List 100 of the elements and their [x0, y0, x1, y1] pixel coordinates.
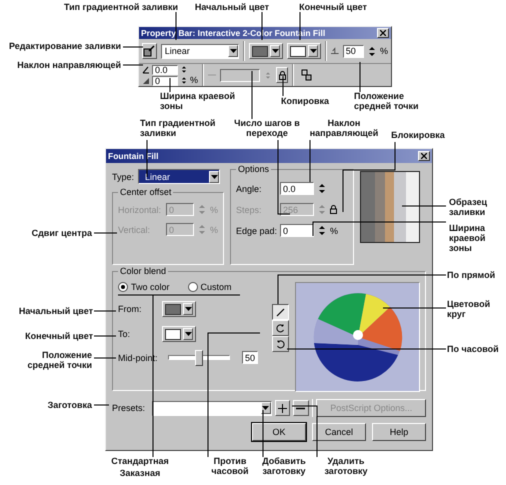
presets-dropdown[interactable]	[152, 400, 272, 416]
callout-label: Начальный цвет	[194, 2, 270, 12]
callout-label: По часовой	[447, 344, 500, 354]
callout-label: Копировка	[280, 96, 330, 106]
percent-label: %	[190, 76, 198, 85]
type-label: Type:	[112, 172, 134, 182]
start-color-button[interactable]	[249, 43, 284, 59]
radio-option[interactable]: Two color	[118, 282, 170, 292]
callout-label: Редактирование заливки	[8, 41, 121, 51]
callout-label: Положение средней точки	[26, 350, 92, 370]
callout-label: Тип градиентной заливки	[62, 2, 180, 12]
group-title: Center offset	[118, 187, 174, 197]
fill-type-dropdown[interactable]: Linear	[160, 44, 240, 58]
leader-line	[122, 64, 144, 66]
blend-direction-button[interactable]	[272, 304, 290, 320]
percent-label: %	[380, 46, 388, 56]
callout-label: Число шагов в переходе	[233, 118, 301, 138]
dialog-button[interactable]: Cancel	[312, 423, 366, 441]
callout-label: Наклон направляющей	[308, 118, 380, 138]
spin-button[interactable]	[180, 76, 188, 85]
input-field[interactable]: 0.0	[152, 64, 178, 74]
field-label: Angle:	[236, 184, 263, 194]
close-button[interactable]	[377, 28, 389, 38]
callout-label: Блокировка	[390, 130, 446, 140]
percent-label: %	[330, 226, 338, 236]
input-field[interactable]: 0	[152, 76, 178, 86]
dialog-button[interactable]: OK	[252, 423, 306, 441]
field-label: Steps:	[236, 204, 263, 214]
counterclockwise-icon	[276, 324, 286, 332]
callout-label: По прямой	[447, 270, 496, 280]
group-title: Color blend	[118, 266, 168, 276]
callout-label: Против часовой	[210, 456, 250, 476]
lock-icon	[278, 70, 286, 80]
callout-label: Конечный цвет	[24, 331, 93, 341]
remove-preset-button[interactable]	[293, 400, 309, 416]
close-button[interactable]	[418, 151, 430, 161]
callout-label: Конечный цвет	[298, 2, 368, 12]
edit-fill-button[interactable]	[142, 43, 157, 59]
dialog-button[interactable]: Help	[372, 423, 426, 441]
leader-line	[94, 310, 116, 312]
input-field[interactable]: 50	[242, 351, 258, 364]
slider-thumb[interactable]	[195, 350, 203, 366]
leader-line	[94, 232, 118, 234]
leader-line	[292, 406, 318, 458]
callout-label: Образец заливки	[449, 197, 488, 217]
callout-label: Заказная	[118, 468, 162, 478]
callout-label: Ширина краевой зоны	[449, 223, 486, 253]
percent-label: %	[210, 204, 218, 214]
spin-button[interactable]	[318, 224, 326, 237]
field-label: From:	[118, 304, 142, 314]
field-label: Edge pad:	[236, 226, 276, 236]
midpoint-icon	[331, 47, 339, 55]
caret-icon	[184, 307, 192, 311]
callout-label: Заготовка	[46, 400, 92, 410]
group-title: Options	[236, 164, 272, 174]
spin-button[interactable]	[318, 182, 326, 195]
callout-label: Наклон направляющей	[16, 60, 121, 70]
leader-line	[262, 410, 264, 458]
callout-label: Начальный цвет	[18, 306, 93, 316]
field-label: Vertical:	[118, 224, 152, 234]
clockwise-icon	[276, 340, 286, 348]
leader-line	[122, 46, 144, 48]
edit-fill-icon	[143, 45, 156, 57]
caret-icon	[184, 332, 192, 336]
leader-line	[342, 142, 396, 212]
field-label: Horizontal:	[118, 204, 162, 214]
callout-label: Цветовой круг	[447, 299, 492, 319]
steps-icon	[208, 72, 216, 78]
straight-line-icon	[276, 308, 286, 316]
leader-line	[94, 404, 110, 406]
end-color-button[interactable]	[287, 43, 322, 59]
spin-button[interactable]	[368, 44, 376, 58]
caret-icon	[262, 406, 269, 410]
input-field[interactable]: 0	[280, 224, 314, 237]
leader-line	[146, 140, 148, 178]
edge-pad-icon	[142, 76, 150, 84]
to-color-button[interactable]	[162, 326, 196, 342]
plus-icon	[278, 404, 287, 412]
leader-line	[282, 76, 284, 96]
callout-label: Ширина краевой зоны	[160, 91, 235, 111]
input-field[interactable]: 50	[342, 44, 364, 58]
lock-icon[interactable]	[330, 205, 337, 214]
callout-label: Стандартная	[110, 456, 170, 466]
angle-icon	[142, 66, 150, 74]
callout-label: Тип градиентной заливки	[140, 118, 216, 138]
spin-button[interactable]	[180, 65, 188, 74]
percent-label: %	[210, 224, 218, 234]
add-preset-button[interactable]	[274, 400, 290, 416]
type-dropdown[interactable]: Linear	[138, 169, 220, 184]
input-field[interactable]: 0.0	[280, 182, 314, 195]
caret-icon	[310, 49, 317, 53]
fill-preview-drawing	[360, 171, 420, 243]
lock-button[interactable]	[276, 67, 288, 83]
field-label: To:	[118, 329, 132, 339]
from-color-button[interactable]	[162, 301, 196, 317]
callout-label: Добавить заготовку	[261, 456, 307, 476]
caret-icon	[210, 174, 218, 178]
callout-label: Положение средней точки	[354, 91, 420, 111]
radio-option[interactable]: Custom	[188, 282, 232, 292]
caret-icon	[230, 49, 237, 53]
